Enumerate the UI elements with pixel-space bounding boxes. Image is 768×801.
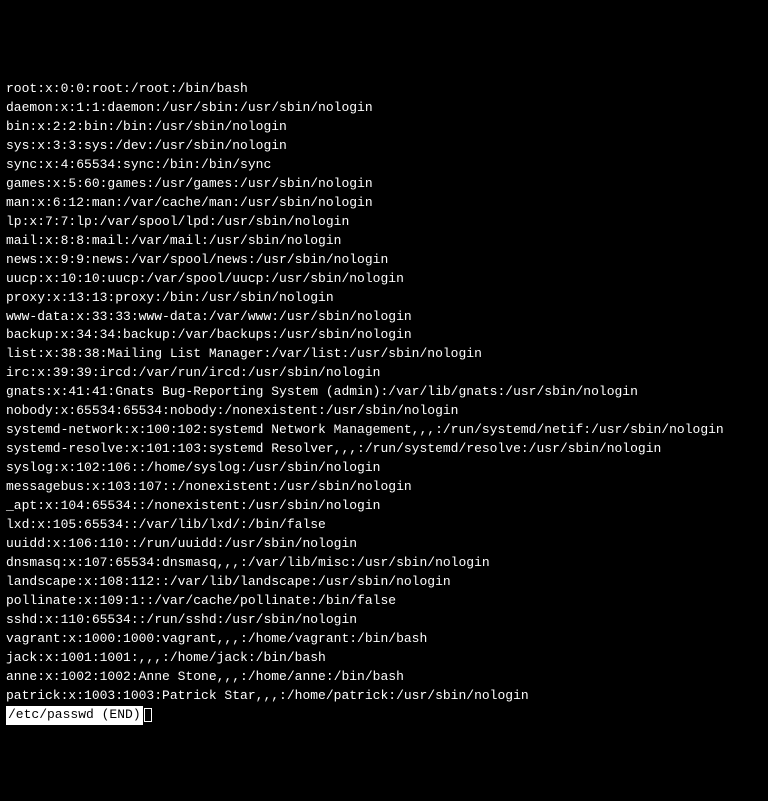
file-line: sys:x:3:3:sys:/dev:/usr/sbin/nologin: [6, 137, 762, 156]
file-line: jack:x:1001:1001:,,,:/home/jack:/bin/bas…: [6, 649, 762, 668]
file-line: uuidd:x:106:110::/run/uuidd:/usr/sbin/no…: [6, 535, 762, 554]
file-line: vagrant:x:1000:1000:vagrant,,,:/home/vag…: [6, 630, 762, 649]
file-line: man:x:6:12:man:/var/cache/man:/usr/sbin/…: [6, 194, 762, 213]
file-line: dnsmasq:x:107:65534:dnsmasq,,,:/var/lib/…: [6, 554, 762, 573]
file-line: list:x:38:38:Mailing List Manager:/var/l…: [6, 345, 762, 364]
cursor: [144, 708, 152, 722]
file-line: uucp:x:10:10:uucp:/var/spool/uucp:/usr/s…: [6, 270, 762, 289]
file-line: patrick:x:1003:1003:Patrick Star,,,:/hom…: [6, 687, 762, 706]
file-line: mail:x:8:8:mail:/var/mail:/usr/sbin/nolo…: [6, 232, 762, 251]
file-line: lxd:x:105:65534::/var/lib/lxd/:/bin/fals…: [6, 516, 762, 535]
file-line: nobody:x:65534:65534:nobody:/nonexistent…: [6, 402, 762, 421]
file-line: sync:x:4:65534:sync:/bin:/bin/sync: [6, 156, 762, 175]
file-line: gnats:x:41:41:Gnats Bug-Reporting System…: [6, 383, 762, 402]
file-line: lp:x:7:7:lp:/var/spool/lpd:/usr/sbin/nol…: [6, 213, 762, 232]
file-content: root:x:0:0:root:/root:/bin/bashdaemon:x:…: [6, 80, 762, 706]
file-line: games:x:5:60:games:/usr/games:/usr/sbin/…: [6, 175, 762, 194]
file-line: anne:x:1002:1002:Anne Stone,,,:/home/ann…: [6, 668, 762, 687]
file-line: backup:x:34:34:backup:/var/backups:/usr/…: [6, 326, 762, 345]
pager-status: /etc/passwd (END): [6, 706, 143, 725]
file-line: www-data:x:33:33:www-data:/var/www:/usr/…: [6, 308, 762, 327]
file-line: syslog:x:102:106::/home/syslog:/usr/sbin…: [6, 459, 762, 478]
file-line: proxy:x:13:13:proxy:/bin:/usr/sbin/nolog…: [6, 289, 762, 308]
file-line: pollinate:x:109:1::/var/cache/pollinate:…: [6, 592, 762, 611]
file-line: daemon:x:1:1:daemon:/usr/sbin:/usr/sbin/…: [6, 99, 762, 118]
file-line: _apt:x:104:65534::/nonexistent:/usr/sbin…: [6, 497, 762, 516]
file-line: systemd-network:x:100:102:systemd Networ…: [6, 421, 762, 440]
file-line: irc:x:39:39:ircd:/var/run/ircd:/usr/sbin…: [6, 364, 762, 383]
file-line: news:x:9:9:news:/var/spool/news:/usr/sbi…: [6, 251, 762, 270]
file-line: bin:x:2:2:bin:/bin:/usr/sbin/nologin: [6, 118, 762, 137]
file-line: messagebus:x:103:107::/nonexistent:/usr/…: [6, 478, 762, 497]
file-line: landscape:x:108:112::/var/lib/landscape:…: [6, 573, 762, 592]
file-line: systemd-resolve:x:101:103:systemd Resolv…: [6, 440, 762, 459]
file-line: root:x:0:0:root:/root:/bin/bash: [6, 80, 762, 99]
file-line: sshd:x:110:65534::/run/sshd:/usr/sbin/no…: [6, 611, 762, 630]
